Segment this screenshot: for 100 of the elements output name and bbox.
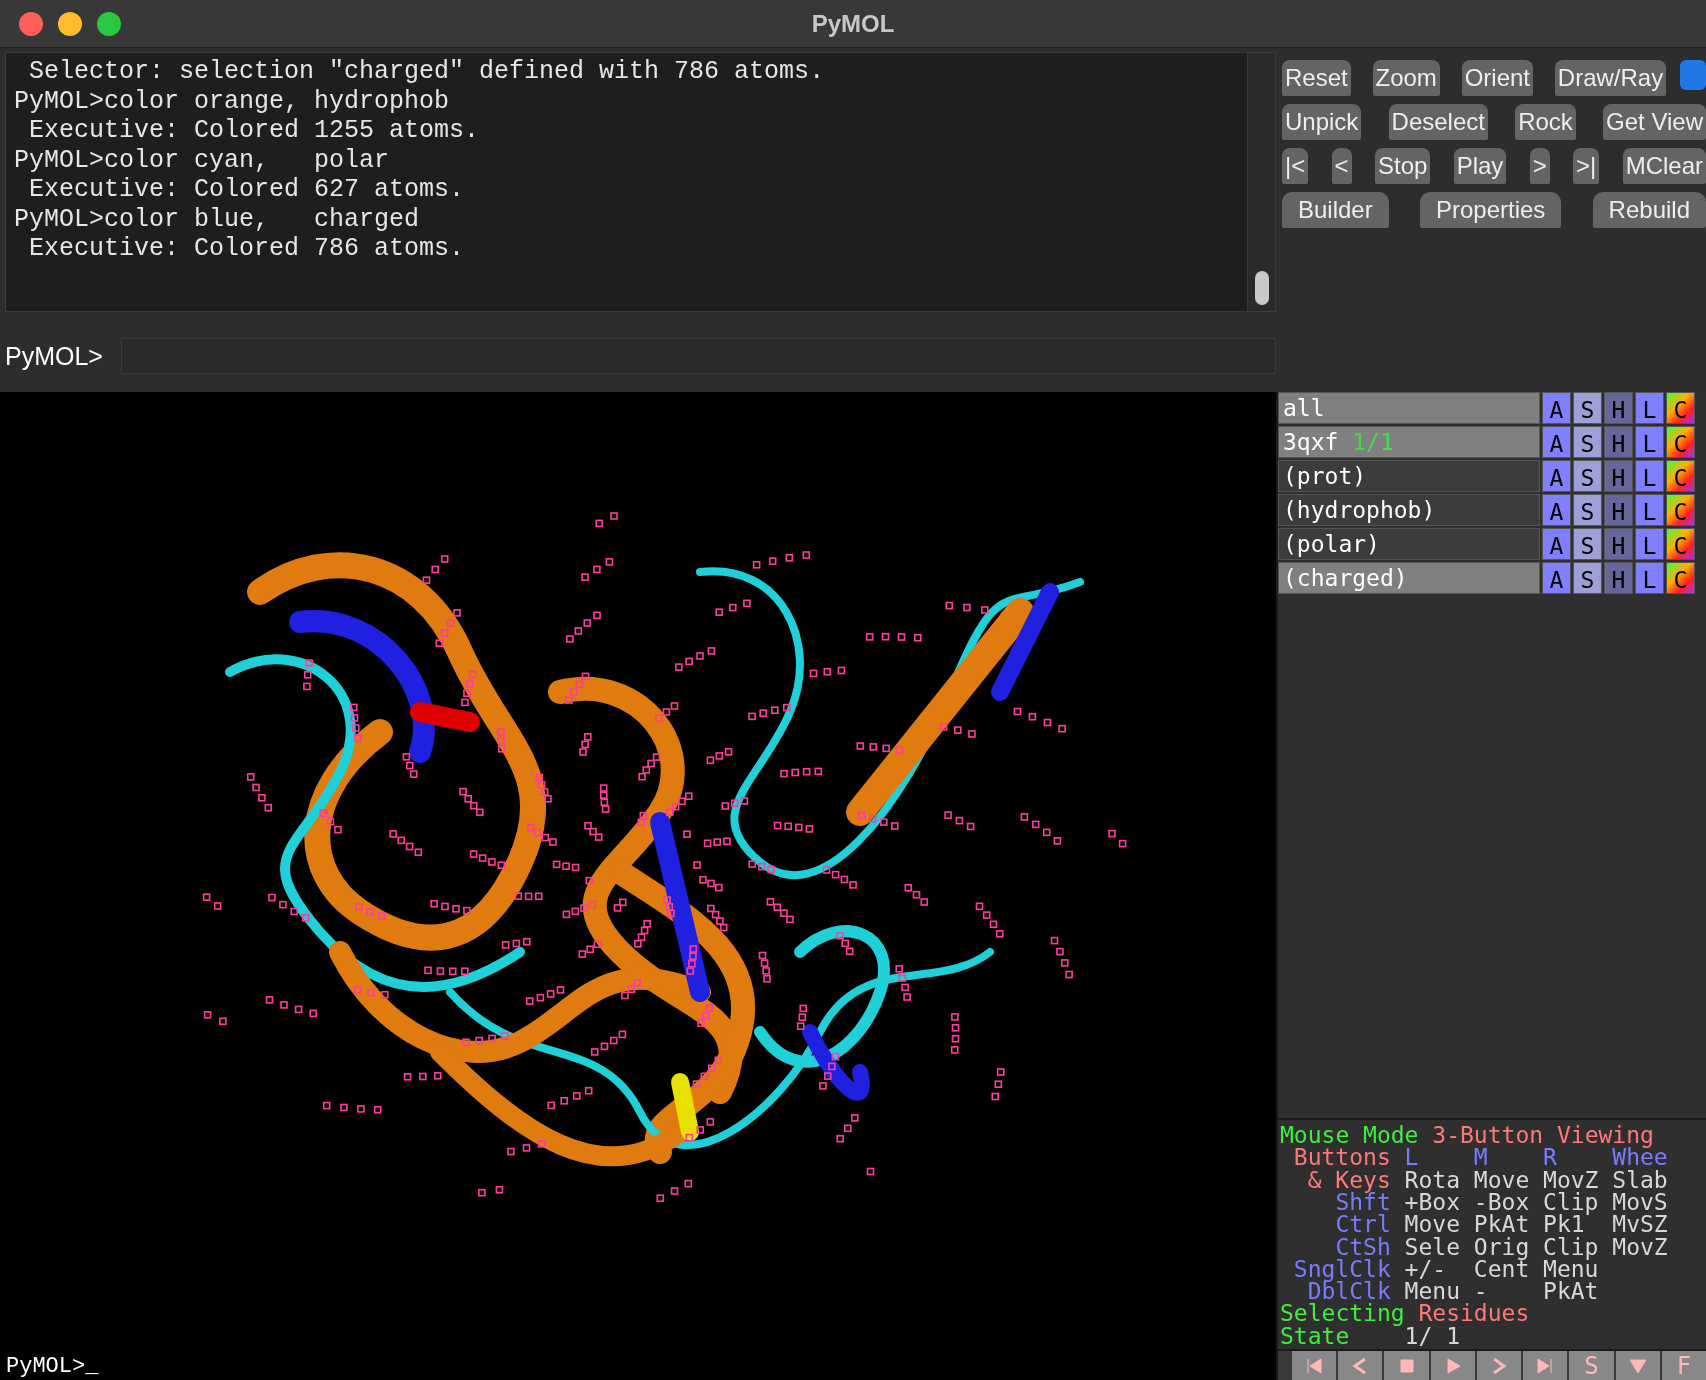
object-name[interactable]: 3qxf 1/1 [1278,426,1540,458]
mouse-mode-text: Selecting [1280,1302,1405,1325]
mouse-mode-text: PkAt [1473,1213,1531,1236]
scrollbar-thumb[interactable] [1255,271,1269,305]
log-line: Executive: Colored 627 atoms. [28,175,465,205]
object-action-button[interactable]: C [1666,426,1695,458]
log-line: Selector: selection "charged" defined with 786 atoms. [28,57,825,87]
object-action-button[interactable]: C [1666,494,1695,526]
playback-button[interactable] [1430,1351,1475,1380]
object-name[interactable]: (polar) [1278,528,1540,560]
toolbar-button[interactable]: |< [1282,148,1309,184]
mouse-mode-text: +Box [1404,1190,1461,1214]
skip-back-icon [1304,1355,1325,1376]
toolbar-button[interactable]: < [1331,148,1352,184]
object-action-button[interactable]: S [1573,426,1602,458]
mouse-mode-text: Sele [1404,1235,1461,1258]
object-action-button[interactable]: L [1635,562,1664,594]
mouse-mode-text: Clip [1543,1190,1600,1214]
toolbar-button[interactable]: Unpick [1282,104,1362,140]
mouse-mode-text: 1 [1446,1324,1460,1347]
toolbar-button[interactable]: Builder [1282,192,1389,228]
object-action-button[interactable]: H [1604,392,1633,424]
mouse-mode-text: CtSh [1335,1235,1391,1258]
object-action-button[interactable]: C [1666,528,1695,560]
object-action-button[interactable]: A [1542,426,1571,458]
object-action-button[interactable]: H [1604,426,1633,458]
object-action-button[interactable]: S [1573,562,1602,594]
playback-button[interactable] [1523,1351,1568,1380]
object-action-button[interactable]: L [1635,392,1664,424]
playback-button[interactable] [1615,1351,1660,1380]
mouse-mode-text: Pk1 [1543,1213,1585,1236]
scrollbar[interactable] [1247,53,1275,311]
mouse-mode-text: SnglClk [1292,1257,1391,1281]
toolbar-button[interactable]: >| [1573,148,1600,184]
toolbar-button[interactable]: MClear [1622,148,1706,184]
toolbar-button[interactable]: Properties [1419,192,1562,228]
object-action-button[interactable]: H [1604,494,1633,526]
object-name[interactable]: (hydrophob) [1278,494,1540,526]
mouse-mode-text: & Keys [1306,1168,1391,1191]
mouse-mode-text: MovS [1612,1190,1669,1214]
toolbar-button[interactable]: Draw/Ray [1554,60,1667,96]
mouse-mode-text: 3-Button Viewing [1432,1124,1654,1147]
object-name[interactable]: (charged) [1278,562,1540,594]
playback-button[interactable] [1476,1351,1522,1380]
object-action-button[interactable]: S [1573,460,1602,492]
object-action-button[interactable]: L [1635,494,1664,526]
mouse-mode-text: +/- [1404,1257,1448,1281]
object-action-button[interactable]: L [1635,426,1664,458]
mouse-mode-text: Residues [1418,1302,1530,1325]
mouse-mode-text: - [1473,1280,1488,1303]
command-prompt: PyMOL>_ [6,1354,99,1380]
playback-button[interactable] [1338,1351,1383,1380]
object-action-button[interactable]: A [1542,392,1571,424]
mouse-mode-text: Mouse Mode [1280,1124,1419,1147]
mouse-mode-text: Menu [1404,1280,1460,1303]
toolbar-button[interactable]: Rebuild [1592,192,1706,228]
toolbar-button[interactable]: Rock [1515,104,1576,140]
mouse-mode-text: M [1473,1146,1489,1169]
mouse-mode-text: Ctrl [1334,1213,1391,1236]
object-action-button[interactable]: L [1635,528,1664,560]
window-title: PyMOL [811,9,895,37]
toolbar-button[interactable]: Deselect [1388,104,1488,140]
mouse-mode-text: Move [1404,1213,1461,1236]
object-action-button[interactable]: L [1635,460,1664,492]
toolbar-button[interactable]: Orient [1461,60,1533,96]
log-line: PyMOL>color cyan, polar [14,145,390,175]
toolbar-button[interactable]: Play [1453,148,1507,184]
object-action-button[interactable]: A [1542,528,1571,560]
mouse-mode-text: Move [1473,1168,1531,1191]
toolbar-button[interactable]: > [1529,148,1550,184]
mouse-mode-text: MovZ [1543,1168,1600,1191]
toolbar-button[interactable]: Zoom [1372,60,1440,96]
mouse-mode-text: MovZ [1612,1235,1669,1258]
object-action-button[interactable]: A [1542,460,1571,492]
object-action-button[interactable]: H [1604,562,1633,594]
object-action-button[interactable]: A [1542,562,1571,594]
object-action-button[interactable]: C [1666,460,1695,492]
mouse-mode-text: -Box [1473,1190,1531,1214]
object-action-button[interactable]: A [1542,494,1571,526]
object-action-button[interactable]: S [1573,528,1602,560]
mouse-mode-text: L [1404,1146,1420,1169]
maximize-button[interactable] [97,11,121,36]
toolbar-button[interactable]: Get View [1603,104,1706,140]
mouse-mode-text: 1/ [1404,1324,1433,1347]
toolbar-button[interactable]: Reset [1282,60,1351,96]
object-action-button[interactable]: H [1604,460,1633,492]
toolbar-button[interactable]: Stop [1374,148,1431,184]
object-name[interactable]: (prot) [1278,460,1540,492]
object-action-button[interactable]: S [1573,494,1602,526]
playback-button[interactable] [1292,1351,1337,1380]
object-action-button[interactable]: C [1666,392,1695,424]
object-name[interactable]: all [1278,392,1540,424]
object-action-button[interactable]: H [1604,528,1633,560]
object-action-button[interactable]: S [1573,392,1602,424]
mouse-mode-text: Buttons [1292,1146,1391,1169]
minimize-button[interactable] [58,11,82,36]
close-button[interactable] [19,11,43,36]
object-action-button[interactable]: C [1666,562,1695,594]
mouse-mode-text: DblClk [1307,1280,1391,1303]
log-line: Executive: Colored 1255 atoms. [28,116,480,146]
